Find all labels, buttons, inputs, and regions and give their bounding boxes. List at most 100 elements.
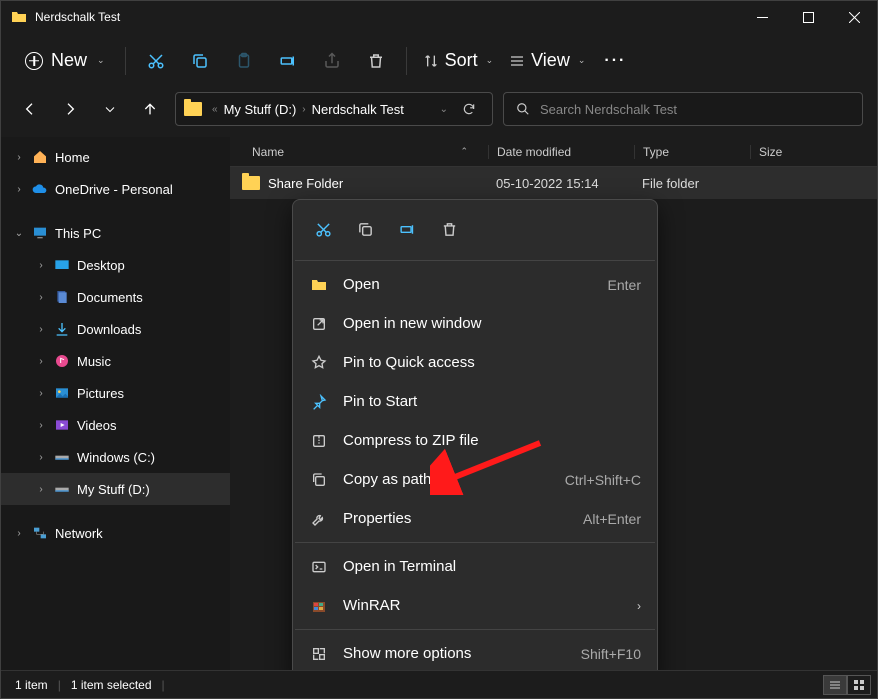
- ctx-show-more[interactable]: Show more options Shift+F10: [293, 634, 657, 673]
- details-view-toggle[interactable]: [823, 675, 847, 695]
- column-type[interactable]: Type: [634, 145, 750, 159]
- sidebar-item-thispc[interactable]: ⌄ This PC: [1, 217, 230, 249]
- forward-button[interactable]: [55, 94, 85, 124]
- separator: [406, 47, 407, 75]
- ctx-rename-button[interactable]: [389, 212, 425, 246]
- expand-icon[interactable]: ›: [35, 420, 47, 431]
- drive-icon: [53, 480, 71, 498]
- copy-button[interactable]: [180, 41, 220, 81]
- row-date: 05-10-2022 15:14: [488, 176, 634, 191]
- ctx-copy-path[interactable]: Copy as path Ctrl+Shift+C: [293, 460, 657, 499]
- expand-icon[interactable]: ›: [13, 152, 25, 163]
- maximize-button[interactable]: [785, 1, 831, 33]
- sidebar-item-onedrive[interactable]: › OneDrive - Personal: [1, 173, 230, 205]
- nav-row: « My Stuff (D:) › Nerdschalk Test ⌄ Sear…: [1, 89, 877, 137]
- sidebar-label: Desktop: [77, 258, 125, 273]
- external-icon: [309, 316, 329, 332]
- search-input[interactable]: Search Nerdschalk Test: [503, 92, 863, 126]
- new-label: New: [51, 50, 87, 71]
- ctx-delete-button[interactable]: [431, 212, 467, 246]
- table-row[interactable]: Share Folder 05-10-2022 15:14 File folde…: [230, 167, 877, 199]
- expand-icon[interactable]: ›: [13, 184, 25, 195]
- ctx-winrar[interactable]: WinRAR ›: [293, 586, 657, 625]
- downloads-icon: [53, 320, 71, 338]
- ctx-pin-quick-access[interactable]: Pin to Quick access: [293, 343, 657, 382]
- pin-icon: [309, 355, 329, 371]
- expand-icon[interactable]: ›: [35, 260, 47, 271]
- delete-button[interactable]: [356, 41, 396, 81]
- pin-icon: [309, 394, 329, 410]
- column-label: Name: [252, 145, 284, 159]
- refresh-button[interactable]: [454, 102, 484, 116]
- sidebar-item-pictures[interactable]: › Pictures: [1, 377, 230, 409]
- separator: [125, 47, 126, 75]
- sidebar-label: Downloads: [77, 322, 141, 337]
- chevron-down-icon: ⌄: [97, 55, 105, 66]
- folder-icon: [11, 9, 27, 25]
- icons-view-toggle[interactable]: [847, 675, 871, 695]
- winrar-icon: [309, 598, 329, 614]
- minimize-button[interactable]: [739, 1, 785, 33]
- ctx-compress-zip[interactable]: Compress to ZIP file: [293, 421, 657, 460]
- music-icon: [53, 352, 71, 370]
- separator: [295, 629, 655, 630]
- terminal-icon: [309, 559, 329, 575]
- sidebar-label: This PC: [55, 226, 101, 241]
- recent-button[interactable]: [95, 94, 125, 124]
- sort-button[interactable]: Sort ⌄: [417, 50, 500, 71]
- view-button[interactable]: View ⌄: [503, 50, 591, 71]
- close-button[interactable]: [831, 1, 877, 33]
- expand-icon[interactable]: ›: [35, 292, 47, 303]
- share-button[interactable]: [312, 41, 352, 81]
- breadcrumb-seg[interactable]: My Stuff (D:): [224, 102, 297, 117]
- ctx-pin-start[interactable]: Pin to Start: [293, 382, 657, 421]
- sidebar-label: Pictures: [77, 386, 124, 401]
- sidebar-item-mystuff-d[interactable]: › My Stuff (D:): [1, 473, 230, 505]
- column-size[interactable]: Size: [750, 145, 782, 159]
- ctx-open[interactable]: Open Enter: [293, 265, 657, 304]
- sidebar-item-network[interactable]: › Network: [1, 517, 230, 549]
- expand-icon[interactable]: ›: [35, 452, 47, 463]
- shortcut: Enter: [608, 277, 641, 293]
- up-button[interactable]: [135, 94, 165, 124]
- sidebar-item-documents[interactable]: › Documents: [1, 281, 230, 313]
- column-name[interactable]: Name ⌃: [230, 145, 488, 159]
- sidebar-item-videos[interactable]: › Videos: [1, 409, 230, 441]
- ctx-open-new-window[interactable]: Open in new window: [293, 304, 657, 343]
- folder-icon: [242, 176, 260, 190]
- ctx-open-terminal[interactable]: Open in Terminal: [293, 547, 657, 586]
- expand-icon[interactable]: ›: [35, 388, 47, 399]
- cut-button[interactable]: [136, 41, 176, 81]
- sidebar-label: Videos: [77, 418, 117, 433]
- column-date[interactable]: Date modified: [488, 145, 634, 159]
- sidebar-item-home[interactable]: › Home: [1, 141, 230, 173]
- chevron-down-icon: ⌄: [578, 55, 586, 66]
- back-button[interactable]: [15, 94, 45, 124]
- expand-icon[interactable]: ›: [35, 356, 47, 367]
- paste-button[interactable]: [224, 41, 264, 81]
- sidebar-item-music[interactable]: › Music: [1, 345, 230, 377]
- sidebar-item-windows-c[interactable]: › Windows (C:): [1, 441, 230, 473]
- ctx-properties[interactable]: Properties Alt+Enter: [293, 499, 657, 538]
- collapse-icon[interactable]: ⌄: [13, 228, 25, 239]
- ctx-cut-button[interactable]: [305, 212, 341, 246]
- more-button[interactable]: ···: [595, 41, 635, 81]
- ctx-copy-button[interactable]: [347, 212, 383, 246]
- rename-button[interactable]: [268, 41, 308, 81]
- new-button[interactable]: New ⌄: [15, 46, 115, 75]
- expand-icon[interactable]: ›: [13, 528, 25, 539]
- sidebar-item-downloads[interactable]: › Downloads: [1, 313, 230, 345]
- folder-icon: [184, 102, 202, 116]
- breadcrumb[interactable]: « My Stuff (D:) › Nerdschalk Test ⌄: [175, 92, 493, 126]
- column-headers: Name ⌃ Date modified Type Size: [230, 137, 877, 167]
- expand-icon[interactable]: ›: [35, 324, 47, 335]
- shortcut: Shift+F10: [581, 646, 641, 662]
- monitor-icon: [31, 224, 49, 242]
- sidebar-item-desktop[interactable]: › Desktop: [1, 249, 230, 281]
- status-selected: 1 item selected: [71, 678, 152, 692]
- breadcrumb-seg[interactable]: Nerdschalk Test: [312, 102, 404, 117]
- expand-icon[interactable]: ›: [35, 484, 47, 495]
- chevron-down-icon[interactable]: ⌄: [440, 104, 448, 115]
- separator: [295, 260, 655, 261]
- chevron-right-icon: «: [212, 104, 218, 115]
